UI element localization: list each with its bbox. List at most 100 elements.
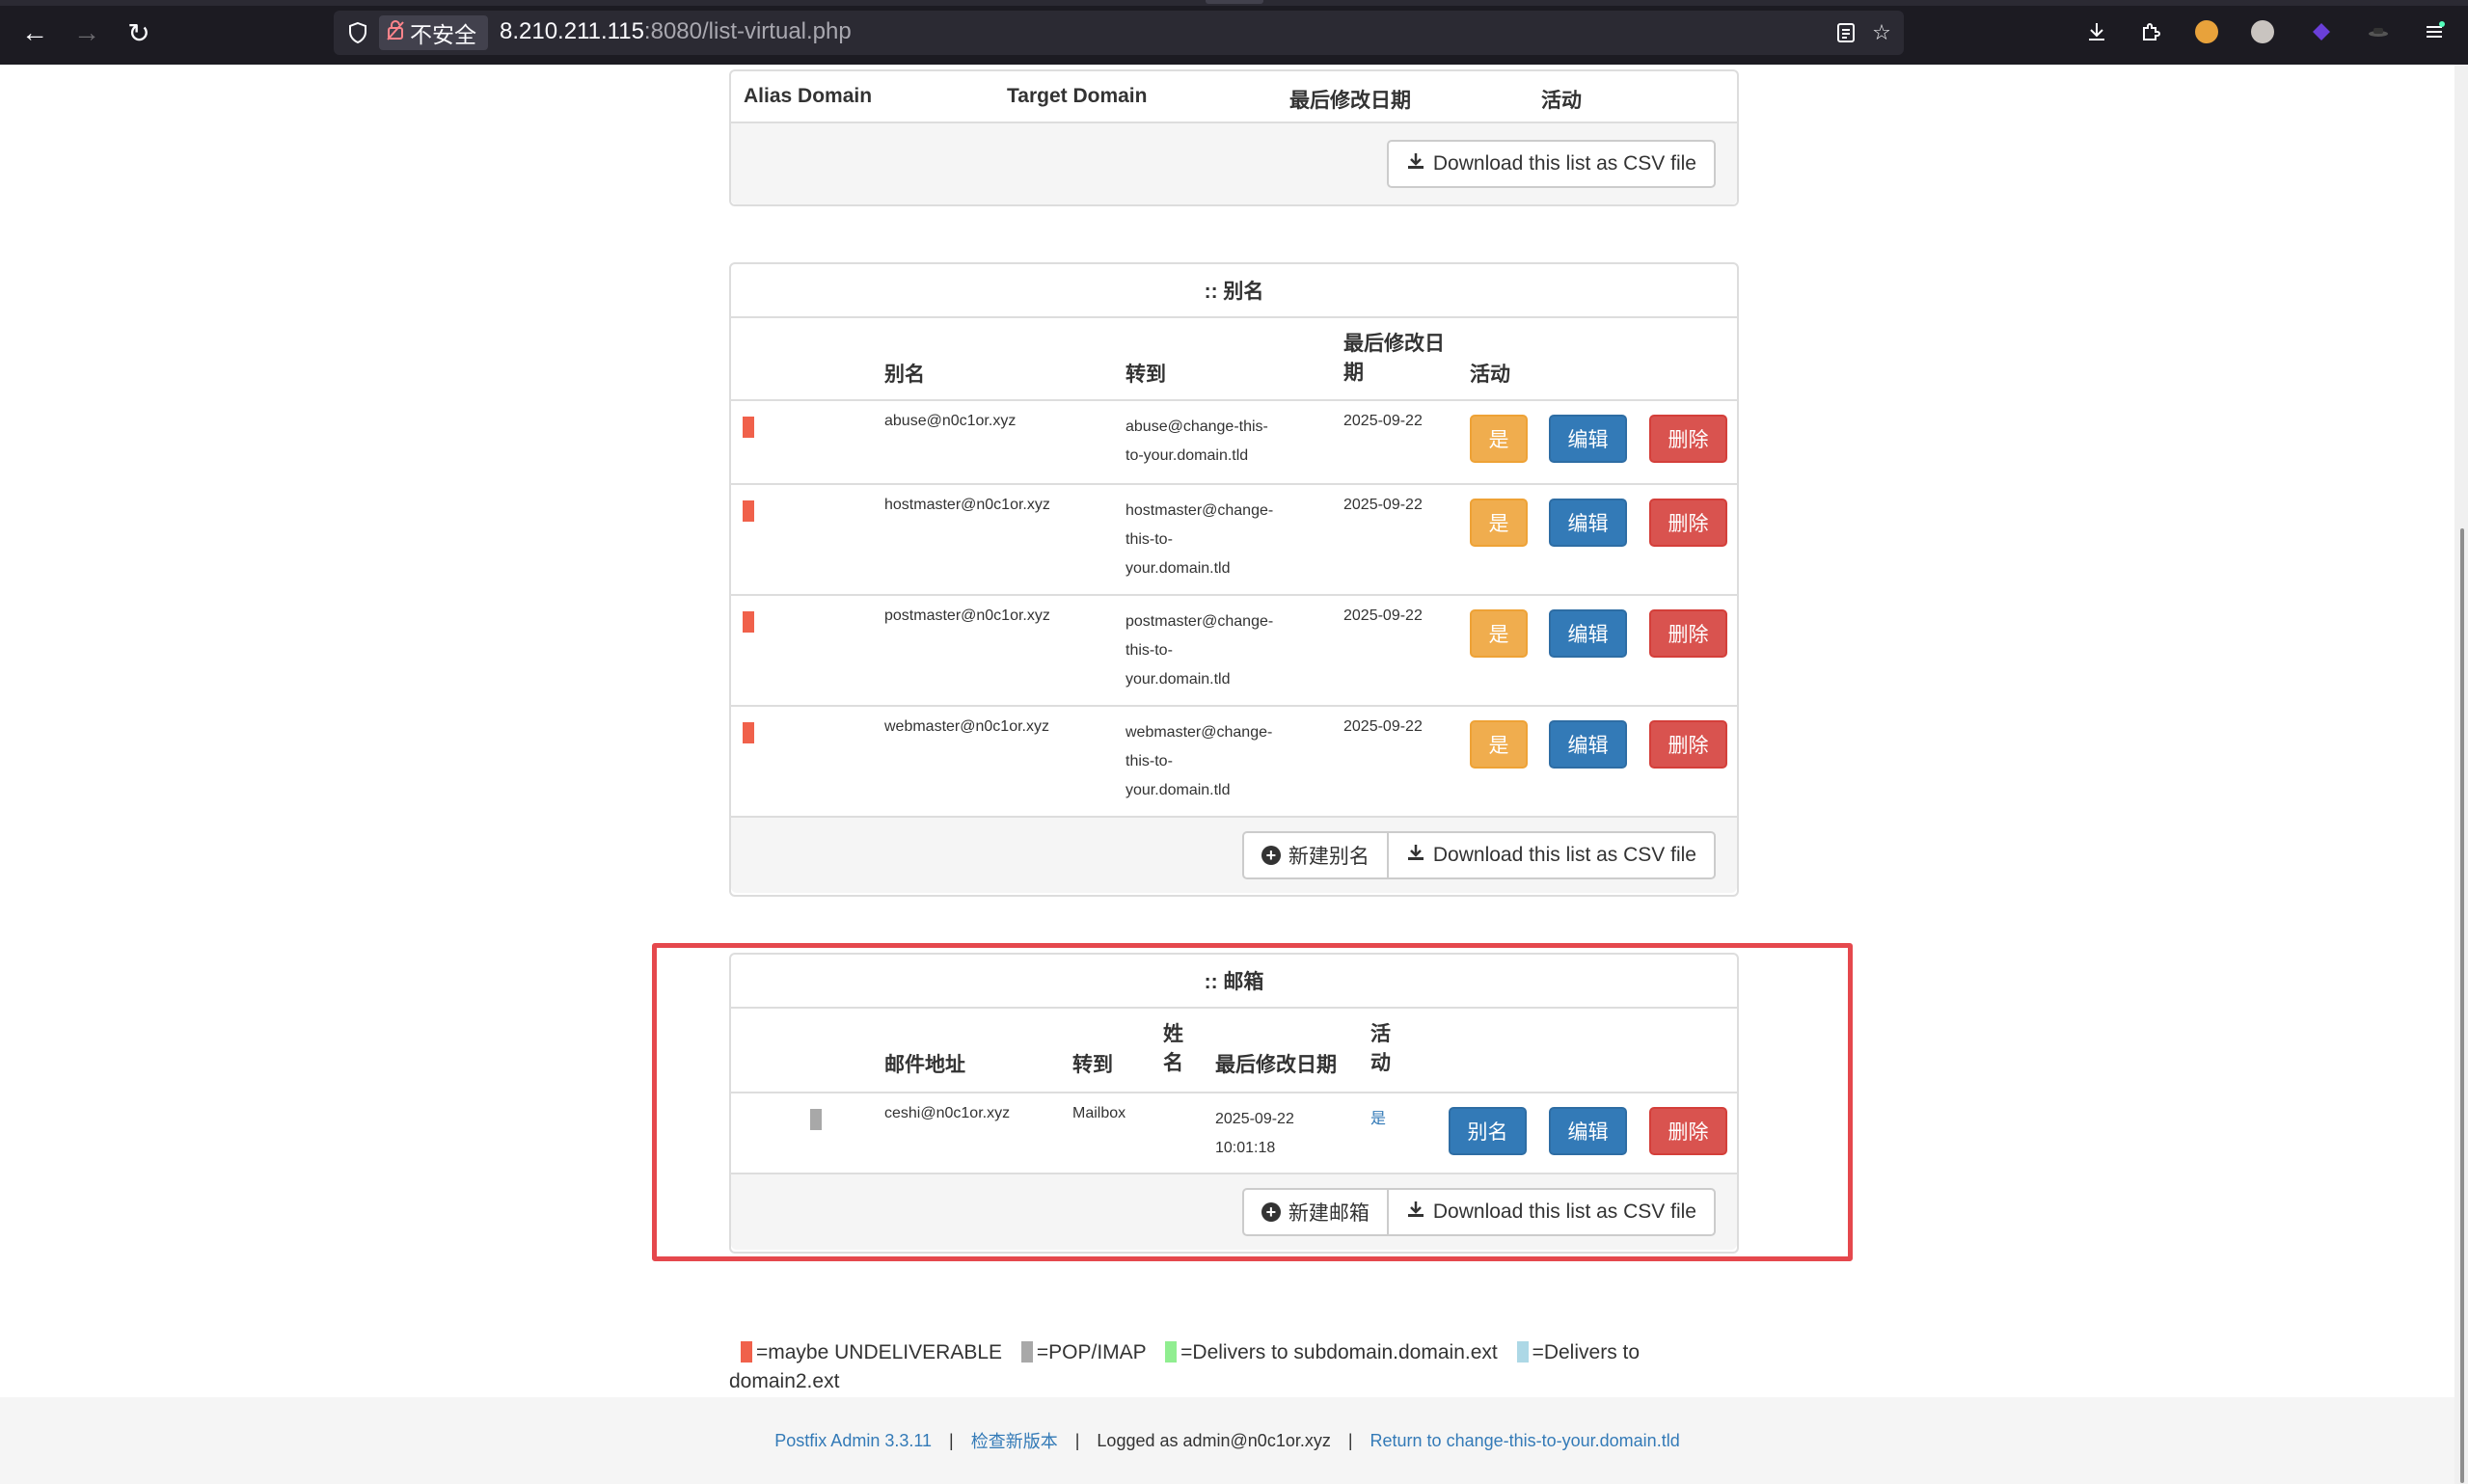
aliases-title: :: 别名: [731, 264, 1737, 318]
downloads-icon[interactable]: [2080, 15, 2113, 48]
aliases-table-header: 别名 转到 最后修改日期 活动: [731, 318, 1737, 399]
edit-button[interactable]: 编辑: [1549, 720, 1627, 769]
undeliverable-marker: [743, 722, 754, 743]
col-target-domain: Target Domain: [1007, 85, 1148, 107]
undeliverable-marker: [743, 500, 754, 522]
goto-line: this-to-: [1126, 753, 1173, 769]
aliases-table-body: abuse@n0c1or.xyz abuse@change-this-to-yo…: [731, 399, 1737, 816]
goto-line: this-to-: [1126, 642, 1173, 659]
page-footer: Postfix Admin 3.3.11 | 检查新版本 | Logged as…: [0, 1397, 2454, 1484]
popimap-swatch: [1020, 1341, 1033, 1363]
goto-line: webmaster@change-: [1126, 724, 1273, 741]
delete-button[interactable]: 删除: [1649, 415, 1727, 463]
extensions-puzzle-icon[interactable]: [2134, 15, 2167, 48]
status-legend: =maybe UNDELIVERABLE =POP/IMAP =Delivers…: [729, 1338, 1674, 1396]
alias-goto: abuse@change-this-to-your.domain.tld: [1126, 413, 1268, 471]
address-bar[interactable]: 不安全 8.210.211.115:8080/list-virtual.php …: [334, 11, 1904, 55]
new-alias-button[interactable]: + 新建别名: [1241, 831, 1389, 879]
goto-line: hostmaster@change-: [1126, 502, 1274, 519]
return-link[interactable]: Return to change-this-to-your.domain.tld: [1370, 1431, 1680, 1451]
download-csv-button[interactable]: Download this list as CSV file: [1386, 831, 1716, 879]
version-link[interactable]: Postfix Admin 3.3.11: [774, 1431, 932, 1451]
goto-line: your.domain.tld: [1126, 560, 1231, 577]
delete-button[interactable]: 删除: [1649, 609, 1727, 658]
active-toggle-button[interactable]: 是: [1470, 720, 1528, 769]
col-goto: 转到: [1126, 364, 1166, 386]
back-button[interactable]: ←: [15, 13, 54, 52]
footer-separator: |: [949, 1430, 954, 1450]
forward-button[interactable]: →: [68, 13, 106, 52]
extension-diamond-icon[interactable]: [2305, 15, 2338, 48]
arrow-left-icon: ←: [21, 17, 48, 47]
table-row: postmaster@n0c1or.xyz postmaster@change-…: [731, 594, 1737, 705]
insecure-label: 不安全: [410, 22, 476, 47]
download-csv-label: Download this list as CSV file: [1432, 152, 1696, 175]
highlight-box: [652, 943, 1853, 1261]
tab-strip-notch: [1206, 0, 1263, 4]
arrow-right-icon: →: [73, 17, 100, 47]
subdomain-swatch: [1165, 1341, 1178, 1363]
delete-button[interactable]: 删除: [1649, 499, 1727, 547]
new-alias-label: 新建别名: [1288, 846, 1370, 868]
alias-address: hostmaster@n0c1or.xyz: [884, 497, 1050, 513]
edit-button[interactable]: 编辑: [1549, 499, 1627, 547]
delete-button[interactable]: 删除: [1649, 720, 1727, 769]
alias-address: abuse@n0c1or.xyz: [884, 413, 1017, 429]
col-alias-domain: Alias Domain: [744, 85, 873, 107]
legend-undeliverable: =maybe UNDELIVERABLE: [756, 1341, 1003, 1363]
browser-toolbar: ← → ↻ 不安全 8.210.211.115:8080/list-virtua…: [0, 0, 2468, 65]
reader-view-icon[interactable]: [1831, 18, 1860, 47]
active-toggle-button[interactable]: 是: [1470, 415, 1528, 463]
extension-cookie-icon[interactable]: [2190, 15, 2223, 48]
site-security-indicator[interactable]: 不安全: [379, 15, 488, 50]
download-csv-button[interactable]: Download this list as CSV file: [1386, 140, 1716, 188]
tab-strip-edge: [0, 0, 2468, 6]
active-toggle-button[interactable]: 是: [1470, 609, 1528, 658]
alias-modified: 2025-09-22: [1343, 413, 1423, 429]
col-active: 活动: [1470, 364, 1510, 386]
insecure-lock-icon: [387, 19, 404, 46]
extension-face-icon[interactable]: [2246, 15, 2279, 48]
col-alias: 别名: [884, 364, 925, 386]
table-row: abuse@n0c1or.xyz abuse@change-this-to-yo…: [731, 399, 1737, 483]
alias-address: webmaster@n0c1or.xyz: [884, 718, 1049, 735]
col-last-modified: 最后修改日期: [1343, 333, 1445, 384]
undeliverable-marker: [743, 417, 754, 438]
alias-domain-actions: Download this list as CSV file: [1386, 140, 1716, 188]
page-scrollbar-thumb[interactable]: [2460, 528, 2464, 1483]
download-icon: [1406, 843, 1425, 868]
undeliverable-swatch: [741, 1341, 752, 1363]
active-toggle-button[interactable]: 是: [1470, 499, 1528, 547]
alias-address: postmaster@n0c1or.xyz: [884, 607, 1050, 624]
goto-line: to-your.domain.tld: [1126, 447, 1249, 464]
col-active: 活动: [1541, 90, 1582, 112]
aliases-panel: :: 别名 别名 转到 最后修改日期 活动 abuse@n0c1or.xyz a…: [729, 262, 1739, 897]
table-row: hostmaster@n0c1or.xyz hostmaster@change-…: [731, 483, 1737, 594]
tracking-shield-icon[interactable]: [343, 18, 372, 47]
edit-button[interactable]: 编辑: [1549, 415, 1627, 463]
goto-line: this-to-: [1126, 531, 1173, 548]
download-csv-label: Download this list as CSV file: [1432, 844, 1696, 866]
undeliverable-marker: [743, 611, 754, 633]
url-text[interactable]: 8.210.211.115:8080/list-virtual.php: [500, 18, 852, 45]
check-update-link[interactable]: 检查新版本: [971, 1428, 1058, 1453]
alias-domain-table-header: Alias Domain Target Domain 最后修改日期 活动: [731, 71, 1737, 123]
plus-circle-icon: +: [1261, 846, 1281, 865]
legend-subdomain: =Delivers to subdomain.domain.ext: [1180, 1341, 1498, 1363]
alias-domain-footer: Download this list as CSV file: [731, 123, 1737, 204]
table-row: webmaster@n0c1or.xyz webmaster@change-th…: [731, 705, 1737, 816]
goto-line: your.domain.tld: [1126, 671, 1231, 688]
aliases-actions: + 新建别名 Download this list as CSV file: [1241, 831, 1716, 879]
extension-hat-icon[interactable]: [2362, 15, 2395, 48]
reload-icon: ↻: [127, 17, 150, 48]
footer-separator: |: [1074, 1430, 1080, 1450]
alias-modified: 2025-09-22: [1343, 718, 1423, 735]
alias-modified: 2025-09-22: [1343, 607, 1423, 624]
bookmark-star-icon[interactable]: ☆: [1867, 18, 1896, 47]
alias-goto: webmaster@change-this-to-your.domain.tld: [1126, 718, 1272, 805]
reload-button[interactable]: ↻: [120, 13, 158, 52]
domain2-swatch: [1516, 1341, 1529, 1363]
edit-button[interactable]: 编辑: [1549, 609, 1627, 658]
alias-goto: hostmaster@change-this-to-your.domain.tl…: [1126, 497, 1273, 583]
app-menu-icon[interactable]: [2418, 15, 2451, 48]
